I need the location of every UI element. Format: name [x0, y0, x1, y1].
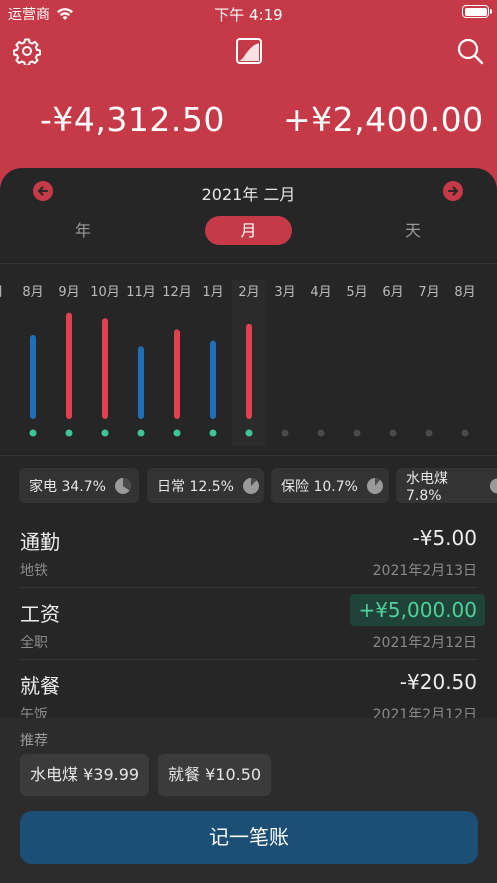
category-chip[interactable]: 水电煤 7.8% [396, 468, 497, 504]
tick-label: 4月 [310, 285, 331, 300]
transaction-title: 通勤 [20, 530, 60, 554]
tick-label: 10月 [90, 285, 120, 300]
pie-icon [114, 477, 131, 494]
tick-label: 6月 [382, 285, 403, 300]
category-chip[interactable]: 日常 12.5% [147, 468, 264, 503]
bottom-panel: 推荐 水电煤 ¥39.99 就餐 ¥10.50 记一笔账 [0, 718, 497, 883]
pie-icon [366, 477, 383, 494]
month-dot [353, 429, 361, 437]
category-summary: 家电 34.7% 日常 12.5% 保险 10.7% 水电煤 7.8% [0, 468, 497, 504]
tick-label-partial: 月 [0, 285, 4, 300]
category-chip[interactable]: 家电 34.7% [19, 468, 139, 503]
arrow-right-icon [448, 186, 458, 196]
transaction-date: 2021年2月12日 [372, 635, 477, 651]
chart-bar [138, 346, 144, 419]
transaction-date: 2021年2月13日 [372, 563, 477, 579]
month-dot [317, 429, 325, 437]
tick-label: 1月 [202, 285, 223, 300]
transaction-amount: -¥5.00 [412, 526, 477, 550]
search-icon [457, 38, 484, 65]
battery-icon [462, 5, 492, 18]
transaction-title: 工资 [20, 602, 60, 626]
month-dot [65, 429, 73, 437]
month-dot [209, 429, 217, 437]
tab-day[interactable]: 天 [388, 216, 438, 245]
status-time: 下午 4:19 [214, 6, 283, 24]
transaction-list: 通勤地铁 -¥5.00 2021年2月13日工资全职 +¥5,000.00 2021年2… [0, 516, 497, 723]
total-expense: -¥4,312.50 [40, 100, 225, 139]
chart-button[interactable] [234, 36, 264, 66]
tick-label: 2月 [238, 285, 259, 300]
chart-bar [174, 329, 180, 419]
month-dot [245, 429, 253, 437]
main-sheet: 2021年 二月 年 月 天 月98月9月10月11月12月1月2月3月4月5月… [0, 168, 497, 883]
tick-label: 9月 [58, 285, 79, 300]
transaction-row[interactable]: 通勤地铁 -¥5.00 2021年2月13日 [0, 516, 497, 588]
chart-bar [246, 323, 252, 419]
settings-button[interactable] [12, 36, 42, 66]
pie-icon [490, 478, 497, 493]
month-dot [101, 429, 109, 437]
month-dot [137, 429, 145, 437]
tick-label: 8月 [454, 285, 475, 300]
transaction-row[interactable]: 工资全职 +¥5,000.00 2021年2月12日 [0, 588, 497, 660]
tick-label: 3月 [274, 285, 295, 300]
status-bar: 运营商 下午 4:19 [0, 0, 497, 26]
tick-label: 12月 [162, 285, 192, 300]
recommend-item[interactable]: 就餐 ¥10.50 [158, 754, 272, 796]
tab-year[interactable]: 年 [58, 216, 108, 245]
tick-label: 7月 [418, 285, 439, 300]
chart-bar [102, 318, 108, 419]
category-chip-label: 日常 12.5% [157, 478, 234, 495]
month-dot [389, 429, 397, 437]
category-chip[interactable]: 保险 10.7% [271, 468, 389, 503]
category-chip-label: 家电 34.7% [29, 478, 106, 495]
month-dot [281, 429, 289, 437]
month-dot [173, 429, 181, 437]
recommend-item[interactable]: 水电煤 ¥39.99 [20, 754, 150, 796]
divider [0, 263, 497, 264]
category-chip-label: 保险 10.7% [281, 478, 358, 495]
tick-label: 11月 [126, 285, 156, 300]
transaction-subtitle: 地铁 [20, 563, 48, 579]
transaction-subtitle: 全职 [20, 635, 48, 651]
category-chip-label: 水电煤 7.8% [406, 470, 448, 504]
search-button[interactable] [455, 36, 485, 66]
total-income: +¥2,400.00 [283, 100, 484, 139]
next-month-button[interactable] [443, 181, 463, 201]
month-nav: 2021年 二月 [0, 168, 497, 216]
recommend-label: 推荐 [20, 733, 48, 749]
totals: -¥4,312.50 +¥2,400.00 [0, 100, 497, 146]
month-title[interactable]: 2021年 二月 [0, 181, 497, 205]
monthly-chart-svg: 月98月9月10月11月12月1月2月3月4月5月6月7月8月 [0, 280, 497, 446]
tick-label: 8月 [22, 285, 43, 300]
month-dot [425, 429, 433, 437]
pie-icon [242, 477, 259, 494]
month-dot [461, 429, 469, 437]
transaction-amount: -¥20.50 [399, 670, 477, 694]
gear-icon [13, 38, 41, 65]
divider [0, 455, 497, 456]
chart-bar [30, 335, 36, 419]
chart-bar [210, 340, 216, 419]
period-segment: 年 月 天 [0, 216, 497, 246]
chart-icon [236, 38, 262, 64]
tab-month[interactable]: 月 [205, 216, 292, 245]
month-dot [29, 429, 37, 437]
transaction-amount: +¥5,000.00 [350, 594, 485, 626]
tick-label: 5月 [346, 285, 367, 300]
monthly-chart[interactable]: 月98月9月10月11月12月1月2月3月4月5月6月7月8月 [0, 272, 497, 452]
chart-bar [66, 312, 72, 419]
transaction-title: 就餐 [20, 674, 60, 698]
record-button[interactable]: 记一笔账 [20, 811, 478, 864]
